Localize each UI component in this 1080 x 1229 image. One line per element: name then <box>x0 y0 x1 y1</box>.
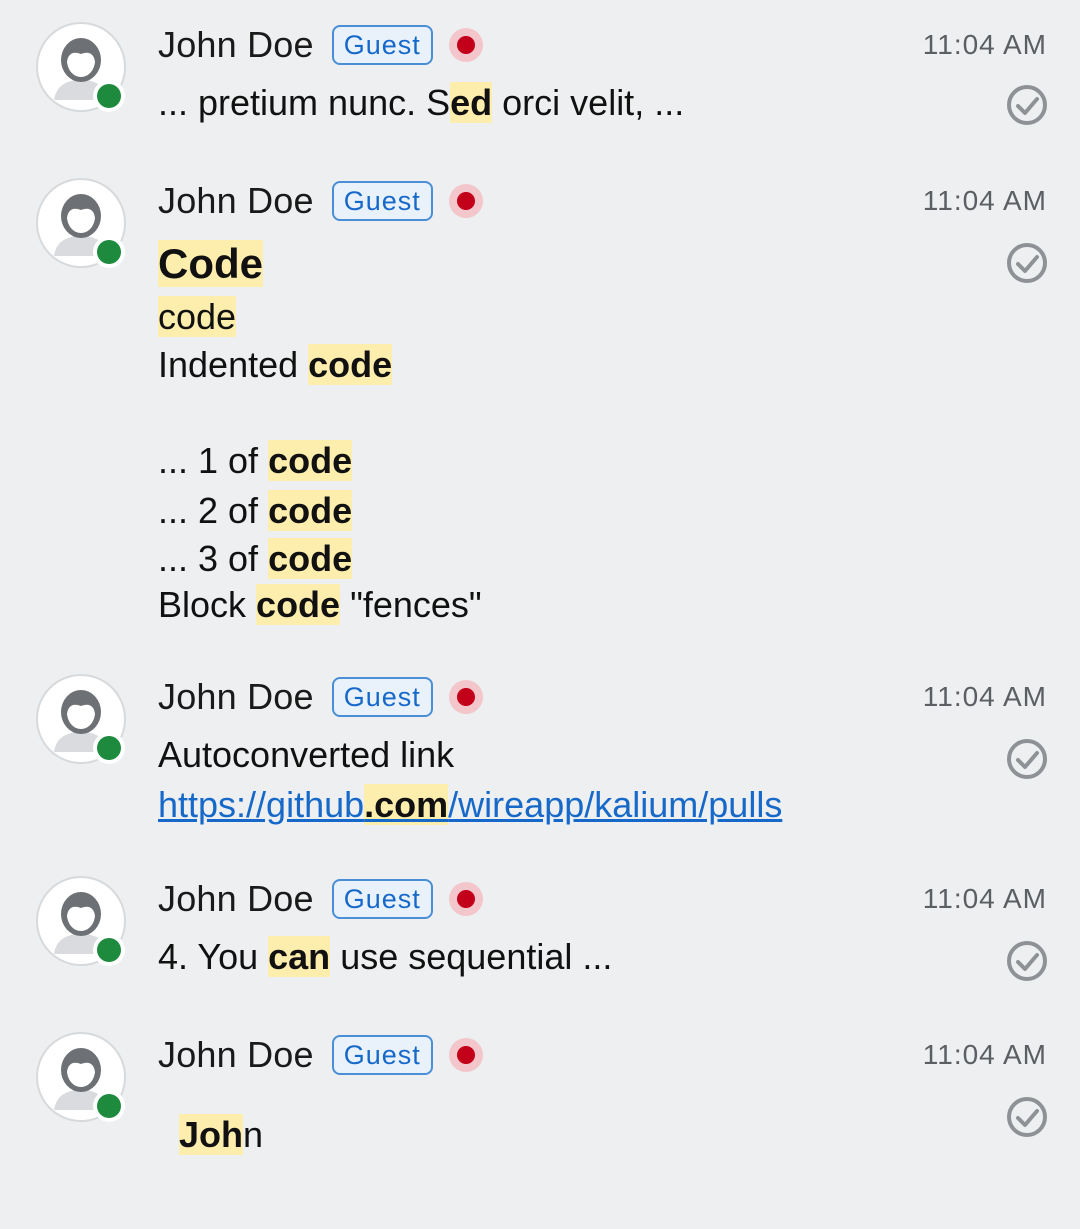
message-text[interactable]: Autoconverted link https://github.com/wi… <box>158 730 782 830</box>
text-line: Block code "fences" <box>158 584 482 625</box>
message-text[interactable]: 4. You can use sequential ... <box>158 932 612 982</box>
sender-name[interactable]: John Doe <box>158 180 314 222</box>
text-line: code <box>158 292 482 342</box>
message-item[interactable]: John Doe Guest 11:04 AM 4. You can use s… <box>0 876 1080 1006</box>
message-delivered-check-icon <box>1007 85 1047 125</box>
message-delivered-check-icon <box>1007 739 1047 779</box>
legal-hold-indicator-icon <box>448 184 483 218</box>
message-timestamp: 11:04 AM <box>922 29 1047 60</box>
guest-badge: Guest <box>331 25 433 65</box>
text-line: ... 3 of code <box>158 538 353 579</box>
search-highlight: ed <box>450 82 493 123</box>
message-text[interactable]: Code code Indented code ... 1 of code ..… <box>158 236 482 628</box>
message-timestamp: 11:04 AM <box>922 883 1047 914</box>
autoconverted-link[interactable]: https://github.com/wireapp/kalium/pulls <box>158 780 782 830</box>
search-highlight: code <box>308 344 393 385</box>
guest-badge: Guest <box>331 181 433 221</box>
text-line: ... 1 of code <box>158 440 353 481</box>
text-line: Autoconverted link <box>158 734 455 775</box>
legal-hold-indicator-icon <box>448 28 483 62</box>
message-timestamp: 11:04 AM <box>922 1039 1047 1070</box>
message-text[interactable]: John <box>179 1110 263 1160</box>
message-text[interactable]: ... pretium nunc. Sed orci velit, ... <box>158 78 684 128</box>
online-status-dot <box>93 934 125 966</box>
guest-badge: Guest <box>331 879 433 919</box>
message-item[interactable]: John Doe Guest 11:04 AM Code code Indent… <box>0 178 1080 638</box>
search-highlight: code <box>268 440 353 481</box>
text-line: John <box>179 1114 264 1155</box>
message-item[interactable]: John Doe Guest 11:04 AM ... pretium nunc… <box>0 22 1080 152</box>
empty-line <box>158 388 482 436</box>
online-status-dot <box>93 732 125 764</box>
search-highlight: code <box>256 584 341 625</box>
legal-hold-indicator-icon <box>448 1038 483 1072</box>
search-highlight: .com <box>364 784 449 825</box>
message-delivered-check-icon <box>1007 941 1047 981</box>
legal-hold-indicator-icon <box>448 882 483 916</box>
text-line: ... pretium nunc. Sed orci velit, ... <box>158 82 685 123</box>
sender-name[interactable]: John Doe <box>158 1034 314 1076</box>
heading-line: Code <box>158 236 482 292</box>
sender-name[interactable]: John Doe <box>158 24 314 66</box>
online-status-dot <box>93 236 125 268</box>
online-status-dot <box>93 80 125 112</box>
search-highlight: Joh <box>179 1114 244 1155</box>
legal-hold-indicator-icon <box>448 680 483 714</box>
sender-name[interactable]: John Doe <box>158 676 314 718</box>
text-line: 4. You can use sequential ... <box>158 936 613 977</box>
message-item[interactable]: John Doe Guest 11:04 AM Autoconverted li… <box>0 674 1080 844</box>
text-line: Indented code <box>158 344 393 385</box>
search-highlight: code <box>268 538 353 579</box>
message-item[interactable]: John Doe Guest 11:04 AM John <box>0 1032 1080 1182</box>
online-status-dot <box>93 1090 125 1122</box>
search-highlight: code <box>158 296 237 337</box>
message-delivered-check-icon <box>1007 1097 1047 1137</box>
sender-name[interactable]: John Doe <box>158 878 314 920</box>
message-timestamp: 11:04 AM <box>922 185 1047 216</box>
guest-badge: Guest <box>331 677 433 717</box>
search-highlight: Code <box>158 240 263 287</box>
search-highlight: code <box>268 490 353 531</box>
message-delivered-check-icon <box>1007 243 1047 283</box>
guest-badge: Guest <box>331 1035 433 1075</box>
text-line: ... 2 of code <box>158 490 353 531</box>
message-timestamp: 11:04 AM <box>922 681 1047 712</box>
search-highlight: can <box>268 936 331 977</box>
